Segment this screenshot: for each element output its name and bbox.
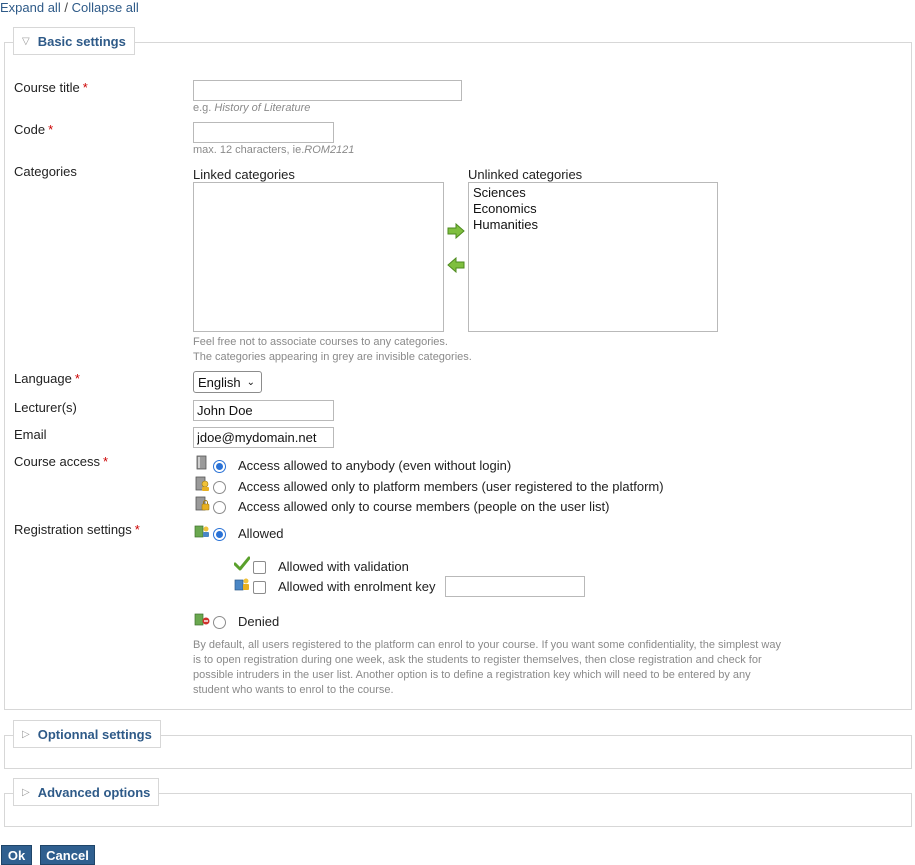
language-select[interactable]: English ⌄ <box>193 371 262 393</box>
registration-denied-radio[interactable] <box>213 616 226 629</box>
course-access-label: Course access * <box>14 454 108 469</box>
code-hint: max. 12 characters, ie.ROM2121 <box>193 144 354 156</box>
registration-allowed-label: Allowed <box>238 526 284 541</box>
course-title-label-text: Course title <box>14 80 80 95</box>
access-platform-label: Access allowed only to platform members … <box>238 479 664 494</box>
help-line: student who wants to enrol to the course… <box>193 684 394 696</box>
basic-settings-legend[interactable]: ▽ Basic settings <box>13 27 135 55</box>
enrolment-key-label: Allowed with enrolment key <box>278 579 436 594</box>
course-title-hint-example: History of Literature <box>214 102 311 114</box>
unlinked-categories-title: Unlinked categories <box>468 167 583 182</box>
link-separator: / <box>64 0 68 15</box>
registration-label-text: Registration settings <box>14 522 132 537</box>
code-label-text: Code <box>14 122 46 137</box>
code-hint-example: ROM2121 <box>304 144 355 156</box>
validation-checkbox[interactable] <box>253 561 266 574</box>
help-line: possible intruders in the user list. Ano… <box>193 669 751 681</box>
expand-all-link[interactable]: Expand all <box>0 0 61 15</box>
checkmark-icon <box>234 556 250 571</box>
language-label: Language * <box>14 371 80 386</box>
ok-button[interactable]: Ok <box>1 845 32 865</box>
validation-label: Allowed with validation <box>278 559 409 574</box>
access-members-radio[interactable] <box>213 501 226 514</box>
unlinked-categories-list[interactable]: Sciences Economics Humanities <box>468 182 718 332</box>
register-allowed-icon <box>194 525 209 538</box>
book-icon <box>196 455 207 470</box>
required-marker: * <box>134 522 140 537</box>
email-label: Email <box>14 427 47 442</box>
lock-book-icon <box>195 496 210 511</box>
categories-hint-1: Feel free not to associate courses to an… <box>193 336 448 348</box>
basic-settings-fieldset <box>4 42 912 710</box>
lecturers-label: Lecturer(s) <box>14 400 77 415</box>
arrow-left-icon[interactable] <box>447 257 465 273</box>
basic-settings-title: Basic settings <box>37 33 126 49</box>
expand-triangle-icon: ▷ <box>22 786 30 798</box>
help-line: By default, all users registered to the … <box>193 639 781 651</box>
course-access-label-text: Course access <box>14 454 100 469</box>
user-book-icon <box>195 476 209 491</box>
expand-triangle-icon: ▷ <box>22 728 30 740</box>
course-title-label: Course title * <box>14 80 88 95</box>
collapse-all-link[interactable]: Collapse all <box>72 0 139 15</box>
registration-denied-label: Denied <box>238 614 280 629</box>
collapse-triangle-icon: ▽ <box>22 35 30 47</box>
enrolment-key-input[interactable] <box>445 576 585 597</box>
code-input[interactable] <box>193 122 334 143</box>
optional-settings-legend[interactable]: ▷ Optionnal settings <box>13 720 161 748</box>
language-label-text: Language <box>14 371 72 386</box>
email-input[interactable] <box>193 427 334 448</box>
required-marker: * <box>48 122 54 137</box>
registration-allowed-radio[interactable] <box>213 528 226 541</box>
course-title-hint-prefix: e.g. <box>193 102 215 114</box>
expand-collapse-links: Expand all / Collapse all <box>0 0 139 15</box>
list-item[interactable]: Humanities <box>473 217 713 233</box>
access-open-radio[interactable] <box>213 460 226 473</box>
code-hint-prefix: max. 12 characters, ie. <box>193 144 305 156</box>
course-title-hint: e.g. History of Literature <box>193 102 310 114</box>
lecturers-input[interactable] <box>193 400 334 421</box>
cancel-button[interactable]: Cancel <box>40 845 95 865</box>
register-denied-icon <box>194 613 210 626</box>
course-title-input[interactable] <box>193 80 462 101</box>
optional-settings-title: Optionnal settings <box>37 726 152 742</box>
list-item[interactable]: Economics <box>473 201 713 217</box>
required-marker: * <box>102 454 109 469</box>
categories-label: Categories <box>14 164 77 179</box>
enrolment-key-checkbox[interactable] <box>253 581 266 594</box>
linked-categories-title: Linked categories <box>193 167 295 182</box>
code-label: Code * <box>14 122 53 137</box>
help-line: is to open registration during one week,… <box>193 654 762 666</box>
chevron-down-icon: ⌄ <box>246 376 256 388</box>
categories-hint-2: The categories appearing in grey are inv… <box>193 351 472 363</box>
access-open-label: Access allowed to anybody (even without … <box>238 458 512 473</box>
required-marker: * <box>82 80 88 95</box>
advanced-options-title: Advanced options <box>37 784 151 800</box>
key-users-icon <box>234 578 249 591</box>
language-selected-value: English <box>198 374 241 390</box>
list-item[interactable]: Sciences <box>473 185 713 201</box>
access-platform-radio[interactable] <box>213 481 226 494</box>
arrow-right-icon[interactable] <box>447 223 465 239</box>
access-members-label: Access allowed only to course members (p… <box>238 499 610 514</box>
registration-help-text: By default, all users registered to the … <box>193 638 823 698</box>
linked-categories-list[interactable] <box>193 182 444 332</box>
required-marker: * <box>74 371 80 386</box>
advanced-options-legend[interactable]: ▷ Advanced options <box>13 778 160 806</box>
registration-label: Registration settings * <box>14 522 140 537</box>
